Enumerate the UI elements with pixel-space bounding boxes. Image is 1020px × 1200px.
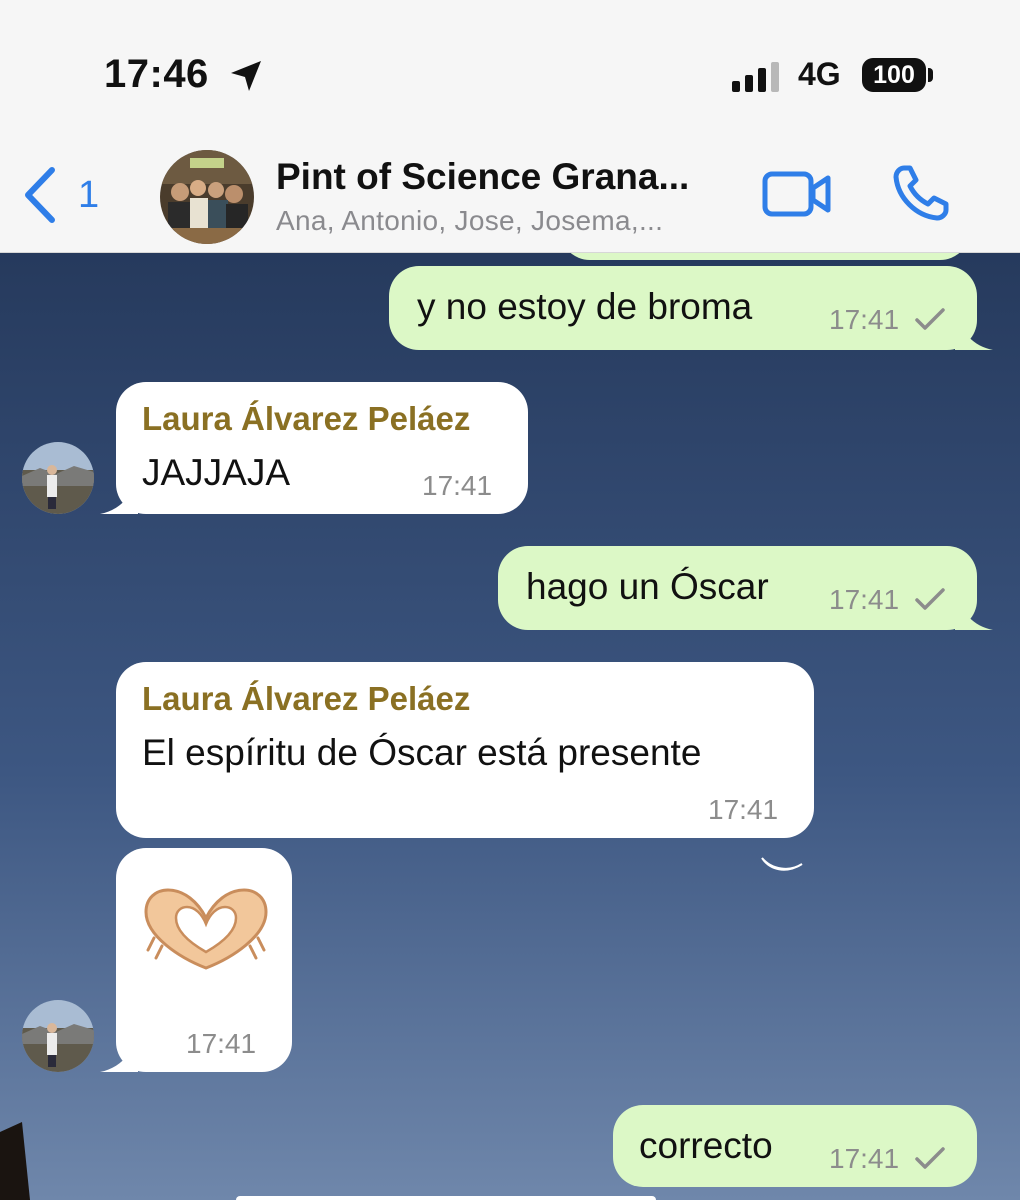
bubble-tail [100,476,138,514]
message-text: y no estoy de broma [417,286,753,327]
sent-check-icon [915,308,945,330]
top-bar: 17:46 4G 100 1 Pint of Science Grana... … [0,0,1020,253]
message-bubble-incoming[interactable]: Laura Álvarez Peláez El espíritu de Ósca… [116,662,814,838]
sender-name: Laura Álvarez Peláez [142,680,471,717]
bubble-tail [955,312,993,350]
message-time: 17:41 [829,1143,900,1174]
sent-check-icon [915,1147,945,1169]
battery-level: 100 [873,61,915,89]
signal-strength-icon [732,62,779,92]
battery-tip [928,68,933,82]
phone-call-icon[interactable] [892,164,950,222]
message-time: 17:41 [422,470,493,501]
message-text: JAJJAJA [142,452,291,493]
sent-check-icon [915,588,945,610]
message-time: 17:41 [829,304,900,335]
message-text: El espíritu de Óscar está presente [142,732,702,773]
chat-participants[interactable]: Ana, Antonio, Jose, Josema,... [276,205,663,237]
sender-avatar[interactable] [22,1000,94,1072]
heart-hands-emoji [144,888,268,970]
sender-avatar[interactable] [22,442,94,514]
message-bubble-outgoing[interactable]: hago un Óscar 17:41 [498,546,977,630]
message-bubble-partial [236,1196,656,1200]
message-bubble-outgoing[interactable]: correcto 17:41 [613,1105,977,1187]
message-time: 17:41 [708,794,779,825]
group-avatar[interactable] [160,150,254,244]
chat-title[interactable]: Pint of Science Grana... [276,156,689,198]
battery-icon: 100 [862,58,926,92]
sender-name: Laura Álvarez Peláez [142,400,471,437]
message-bubble-outgoing[interactable]: y no estoy de broma 17:41 [389,266,977,350]
status-time: 17:46 [104,52,209,96]
message-time: 17:41 [829,584,900,615]
bubble-tail [955,592,993,630]
message-text: correcto [639,1125,773,1166]
network-type: 4G [798,56,841,92]
back-unread-count[interactable]: 1 [78,174,99,217]
message-time: 17:41 [186,1028,257,1059]
message-text: hago un Óscar [526,566,769,607]
back-chevron-icon[interactable] [22,166,58,224]
video-call-icon[interactable] [762,168,832,220]
location-arrow-icon [231,61,261,91]
message-bubble-incoming[interactable]: Laura Álvarez Peláez JAJJAJA 17:41 [116,382,528,514]
bubble-tail [100,1034,138,1072]
message-bubble-incoming-emoji[interactable]: 17:41 [116,848,292,1072]
